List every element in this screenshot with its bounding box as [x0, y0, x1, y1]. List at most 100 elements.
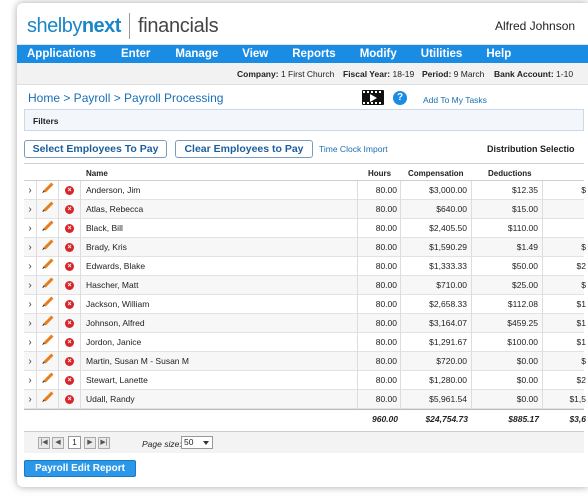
expand-row-icon[interactable]: › — [24, 314, 37, 333]
delete-row-cell[interactable]: × — [59, 371, 81, 390]
edit-row-cell[interactable] — [37, 390, 59, 409]
prev-page-icon[interactable]: ◀ — [52, 437, 64, 449]
delete-row-cell[interactable]: × — [59, 276, 81, 295]
shelbynext-financials-logo[interactable]: shelby next financials — [27, 13, 219, 39]
employee-deductions: $0.00 — [472, 390, 543, 409]
table-row[interactable]: › × Edwards, Blake 80.00 $1,333.33 $50.00 $2 — [24, 257, 586, 276]
add-to-my-tasks-link[interactable]: Add To My Tasks — [423, 95, 487, 105]
menu-utilities[interactable]: Utilities — [421, 45, 463, 63]
expand-row-icon[interactable]: › — [24, 276, 37, 295]
expand-row-icon[interactable]: › — [24, 333, 37, 352]
clear-employees-button[interactable]: Clear Employees to Pay — [175, 140, 313, 158]
user-name[interactable]: Alfred Johnson — [495, 19, 575, 33]
edit-row-cell[interactable] — [37, 352, 59, 371]
first-page-icon[interactable]: |◀ — [38, 437, 50, 449]
edit-row-cell[interactable] — [37, 295, 59, 314]
edit-row-cell[interactable] — [37, 238, 59, 257]
page-number-input[interactable]: 1 — [68, 436, 81, 449]
breadcrumb[interactable]: Home > Payroll > Payroll Processing — [28, 91, 223, 105]
expand-row-icon[interactable]: › — [24, 295, 37, 314]
pencil-icon — [43, 391, 54, 402]
employee-deductions: $0.00 — [472, 371, 543, 390]
menu-modify[interactable]: Modify — [360, 45, 397, 63]
fiscal-year-info[interactable]: Fiscal Year: 18-19 — [343, 69, 414, 79]
edit-row-cell[interactable] — [37, 333, 59, 352]
employee-compensation: $710.00 — [401, 276, 472, 295]
edit-row-cell[interactable] — [37, 219, 59, 238]
menu-manage[interactable]: Manage — [175, 45, 218, 63]
last-page-icon[interactable]: ▶| — [98, 437, 110, 449]
next-page-icon[interactable]: ▶ — [84, 437, 96, 449]
menu-applications[interactable]: Applications — [27, 45, 96, 63]
expand-row-icon[interactable]: › — [24, 200, 37, 219]
delete-row-cell[interactable]: × — [59, 219, 81, 238]
pencil-icon — [43, 372, 54, 383]
employee-next-column: $ — [581, 242, 586, 252]
expand-row-icon[interactable]: › — [24, 352, 37, 371]
edit-row-cell[interactable] — [37, 200, 59, 219]
expand-row-icon[interactable]: › — [24, 257, 37, 276]
expand-row-icon[interactable]: › — [24, 390, 37, 409]
filters-panel-header[interactable]: Filters — [24, 109, 584, 131]
employee-deductions: $15.00 — [472, 200, 543, 219]
delete-row-cell[interactable]: × — [59, 200, 81, 219]
employee-compensation: $3,164.07 — [401, 314, 472, 333]
column-header-compensation[interactable]: Compensation — [408, 169, 464, 178]
delete-row-cell[interactable]: × — [59, 238, 81, 257]
menu-reports[interactable]: Reports — [292, 45, 335, 63]
employee-compensation: $1,333.33 — [401, 257, 472, 276]
page-size-select[interactable]: 50 — [181, 436, 213, 449]
edit-row-cell[interactable] — [37, 181, 59, 200]
select-employees-button[interactable]: Select Employees To Pay — [24, 140, 167, 158]
delete-row-cell[interactable]: × — [59, 181, 81, 200]
column-header-deductions[interactable]: Deductions — [488, 169, 532, 178]
menu-help[interactable]: Help — [486, 45, 511, 63]
pencil-icon — [43, 277, 54, 288]
table-row[interactable]: › × Stewart, Lanette 80.00 $1,280.00 $0.00 $2 — [24, 371, 586, 390]
delete-x-icon: × — [65, 300, 74, 309]
menu-enter[interactable]: Enter — [121, 45, 150, 63]
table-row[interactable]: › × Anderson, Jim 80.00 $3,000.00 $12.35 $ — [24, 181, 586, 200]
edit-row-cell[interactable] — [37, 371, 59, 390]
delete-row-cell[interactable]: × — [59, 333, 81, 352]
column-header-name[interactable]: Name — [86, 169, 108, 178]
table-row[interactable]: › × Jackson, William 80.00 $2,658.33 $112.08 $… — [24, 295, 586, 314]
employee-hours: 80.00 — [358, 295, 401, 314]
expand-row-icon[interactable]: › — [24, 181, 37, 200]
employee-deductions: $12.35 — [472, 181, 543, 200]
edit-row-cell[interactable] — [37, 276, 59, 295]
edit-row-cell[interactable] — [37, 314, 59, 333]
company-info[interactable]: Company: 1 First Church — [237, 69, 334, 79]
expand-row-icon[interactable]: › — [24, 238, 37, 257]
pencil-icon — [43, 220, 54, 231]
time-clock-import-link[interactable]: Time Clock Import — [319, 144, 388, 154]
table-row[interactable]: › × Johnson, Alfred 80.00 $3,164.07 $459.25 $1 — [24, 314, 586, 333]
expand-row-icon[interactable]: › — [24, 371, 37, 390]
bank-account-info[interactable]: Bank Account: 1-10 — [494, 69, 573, 79]
edit-row-cell[interactable] — [37, 257, 59, 276]
delete-row-cell[interactable]: × — [59, 257, 81, 276]
delete-row-cell[interactable]: × — [59, 295, 81, 314]
table-row[interactable]: › × Brady, Kris 80.00 $1,590.29 $1.49 $ — [24, 238, 586, 257]
table-row[interactable]: › × Atlas, Rebecca 80.00 $640.00 $15.00 — [24, 200, 584, 219]
table-row[interactable]: › × Black, Bill 80.00 $2,405.50 $110.00 — [24, 219, 584, 238]
film-perforation — [367, 102, 369, 104]
help-icon[interactable]: ? — [393, 91, 407, 105]
table-row[interactable]: › × Udall, Randy 80.00 $5,961.54 $0.00 $1,5 — [24, 390, 586, 409]
delete-row-cell[interactable]: × — [59, 390, 81, 409]
expand-row-icon[interactable]: › — [24, 219, 37, 238]
total-deductions: $885.17 — [508, 414, 539, 424]
delete-row-cell[interactable]: × — [59, 314, 81, 333]
column-header-hours[interactable]: Hours — [368, 169, 391, 178]
video-tutorial-icon[interactable] — [362, 90, 384, 105]
employee-compensation: $2,405.50 — [401, 219, 472, 238]
table-row[interactable]: › × Jordon, Janice 80.00 $1,291.67 $100.00 $1 — [24, 333, 586, 352]
table-row[interactable]: › × Hascher, Matt 80.00 $710.00 $25.00 $ — [24, 276, 586, 295]
menu-view[interactable]: View — [242, 45, 268, 63]
period-info[interactable]: Period: 9 March — [422, 69, 484, 79]
delete-row-cell[interactable]: × — [59, 352, 81, 371]
film-perforation — [367, 91, 369, 93]
delete-x-icon: × — [65, 357, 74, 366]
payroll-edit-report-button[interactable]: Payroll Edit Report — [24, 460, 136, 477]
table-row[interactable]: › × Martin, Susan M - Susan M 80.00 $720.00 $… — [24, 352, 586, 371]
